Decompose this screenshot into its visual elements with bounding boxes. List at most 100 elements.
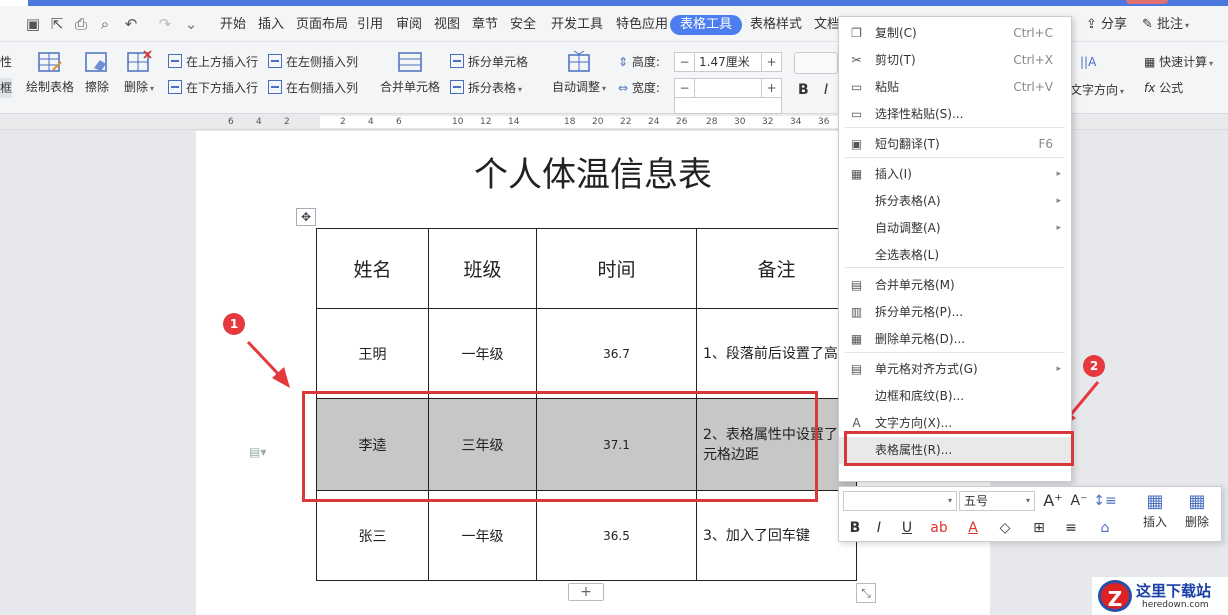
table-cell[interactable]: 一年级	[428, 308, 537, 399]
mini-delete-button[interactable]: ▦ 删除	[1179, 491, 1215, 529]
table-cell[interactable]: 1、段落前后设置了高度	[696, 308, 857, 399]
context-menu-item[interactable]: 全选表格(L)	[839, 242, 1071, 269]
font-color-icon[interactable]: A	[963, 518, 983, 538]
insert-row-below-icon	[168, 80, 182, 94]
menu-tab[interactable]: 引用	[353, 15, 387, 35]
formula-button[interactable]: fx 公式	[1144, 78, 1183, 98]
redo-icon[interactable]: ↷	[156, 15, 174, 33]
context-menu-item[interactable]: ❐ 复制(C) Ctrl+C	[839, 20, 1071, 47]
line-spacing-icon[interactable]: ↕≡	[1093, 491, 1117, 511]
export-icon[interactable]: ⇱	[48, 15, 66, 33]
context-menu-item[interactable]: ▥ 拆分单元格(P)...	[839, 299, 1071, 326]
menu-tab[interactable]: 开发工具	[547, 15, 607, 35]
print-icon[interactable]: ⎙	[72, 15, 90, 33]
paragraph-options-icon[interactable]: ▤▾	[249, 445, 273, 461]
context-menu-item[interactable]: ▦ 删除单元格(D)...	[839, 326, 1071, 353]
menu-tab[interactable]: 页面布局	[292, 15, 352, 35]
font-size-select[interactable]: 五号 ▾	[959, 491, 1035, 511]
menu-tab[interactable]: 表格样式	[746, 15, 806, 35]
table-insert-icon: ▦	[1146, 491, 1164, 512]
ruler-tick-label: 30	[734, 117, 746, 127]
split-cells-button[interactable]: 拆分单元格	[450, 52, 528, 72]
context-menu-item[interactable]: ▭ 粘贴 Ctrl+V	[839, 74, 1071, 101]
context-menu-item[interactable]: 自动调整(A) ▸	[839, 215, 1071, 242]
highlight-icon[interactable]: ab	[927, 518, 951, 538]
table-cell[interactable]: 3、加入了回车键	[696, 490, 857, 581]
italic-button[interactable]: I	[824, 80, 828, 100]
add-row-button[interactable]: +	[568, 583, 604, 601]
shrink-font-icon[interactable]: A⁻	[1069, 491, 1089, 511]
height-input[interactable]: − 1.47厘米 +	[674, 52, 782, 72]
italic-icon[interactable]: I	[871, 518, 887, 538]
insert-row-below-button[interactable]: 在下方插入行	[168, 78, 258, 98]
header-note[interactable]: 备注	[696, 228, 857, 309]
table-cell[interactable]: 张三	[316, 490, 429, 581]
header-class[interactable]: 班级	[428, 228, 537, 309]
auto-fit-button[interactable]: 自动调整 ▾	[552, 50, 606, 95]
menu-tab[interactable]: 安全	[506, 15, 540, 35]
mini-insert-button[interactable]: ▦ 插入	[1137, 491, 1173, 529]
menu-tab[interactable]: 特色应用	[612, 15, 672, 35]
bold-icon[interactable]: B	[847, 518, 863, 538]
comment-button[interactable]: ✎ 批注 ▾	[1142, 15, 1189, 35]
table-cell[interactable]: 36.5	[536, 490, 697, 581]
width-decrease-button[interactable]: −	[675, 79, 695, 97]
erase-button[interactable]: 擦除	[84, 50, 110, 95]
merge-icon: ▤	[850, 278, 863, 292]
share-button[interactable]: ⇪ 分享	[1086, 15, 1127, 35]
undo-icon[interactable]: ↶	[122, 15, 140, 33]
context-menu-item[interactable]: ▤ 合并单元格(M)	[839, 272, 1071, 299]
menu-tab[interactable]: 插入	[254, 15, 288, 35]
grow-font-icon[interactable]: A⁺	[1043, 491, 1063, 511]
quick-calc-button[interactable]: ▦ 快速计算 ▾	[1144, 52, 1213, 72]
context-menu-item[interactable]: ▣ 短句翻译(T) F6	[839, 131, 1071, 158]
menu-tab[interactable]: 章节	[468, 15, 502, 35]
delete-button[interactable]: 删除 ▾	[124, 50, 154, 95]
width-input[interactable]: − +	[674, 78, 782, 98]
borders-icon[interactable]: ⊞	[1029, 518, 1049, 538]
table-move-handle[interactable]: ✥	[296, 208, 316, 226]
context-menu-item[interactable]: 边框和底纹(B)...	[839, 383, 1071, 410]
context-menu-item[interactable]: ▤ 单元格对齐方式(G) ▸	[839, 356, 1071, 383]
width-increase-button[interactable]: +	[761, 79, 781, 97]
context-menu-item[interactable]: ▭ 选择性粘贴(S)...	[839, 101, 1071, 128]
text-direction-ribbon-button[interactable]: 文字方向 ▾	[1070, 80, 1124, 100]
height-increase-button[interactable]: +	[761, 53, 781, 71]
text-direction-ribbon-icon[interactable]: ||A	[1080, 52, 1096, 72]
insert-col-left-button[interactable]: 在左侧插入列	[268, 52, 358, 72]
context-menu-item[interactable]: 拆分表格(A) ▸	[839, 188, 1071, 215]
height-decrease-button[interactable]: −	[675, 53, 695, 71]
split-table-button[interactable]: 拆分表格 ▾	[450, 78, 522, 98]
underline-icon[interactable]: U	[895, 518, 919, 538]
table-cell[interactable]: 王明	[316, 308, 429, 399]
table-resize-handle[interactable]: ⤡	[856, 583, 876, 603]
menu-tab[interactable]: 视图	[430, 15, 464, 35]
header-time[interactable]: 时间	[536, 228, 697, 309]
preview-icon[interactable]: ⌕	[96, 15, 114, 33]
ruler-tick-label: 2	[340, 117, 346, 127]
menu-tab[interactable]: 审阅	[392, 15, 426, 35]
font-name-select[interactable]: ▾	[843, 491, 957, 511]
context-menu-item[interactable]: ✂ 剪切(T) Ctrl+X	[839, 47, 1071, 74]
mini-toolbar: ▾ 五号 ▾ A⁺ A⁻ ↕≡ B I U ab A ◇ ⊞ ≡ ⌂ ▦ 插入 ▦…	[838, 486, 1222, 542]
save-icon[interactable]: ▣	[24, 15, 42, 33]
table-cell[interactable]: 一年级	[428, 490, 537, 581]
window-close-area[interactable]	[1126, 0, 1168, 4]
align-icon[interactable]: ≡	[1061, 518, 1081, 538]
menu-tab[interactable]: 开始	[216, 15, 250, 35]
shading-icon[interactable]: ◇	[995, 518, 1015, 538]
menu-tab[interactable]: 表格工具	[670, 15, 743, 35]
format-painter-icon[interactable]: ⌂	[1095, 518, 1115, 538]
insert-row-above-button[interactable]: 在上方插入行	[168, 52, 258, 72]
header-name[interactable]: 姓名	[316, 228, 429, 309]
bold-button[interactable]: B	[798, 80, 809, 100]
table-cell[interactable]: 36.7	[536, 308, 697, 399]
context-menu-item[interactable]: ▦ 插入(I) ▸	[839, 161, 1071, 188]
merge-cells-button[interactable]: 合并单元格	[380, 50, 440, 95]
insert-col-right-button[interactable]: 在右侧插入列	[268, 78, 358, 98]
ruler-tick-label: 12	[480, 117, 492, 127]
dropdown-icon[interactable]: ⌄	[182, 15, 200, 33]
style-box[interactable]	[794, 52, 838, 74]
context-menu-label: 删除单元格(D)...	[875, 332, 966, 346]
draw-table-button[interactable]: 绘制表格	[26, 50, 74, 95]
